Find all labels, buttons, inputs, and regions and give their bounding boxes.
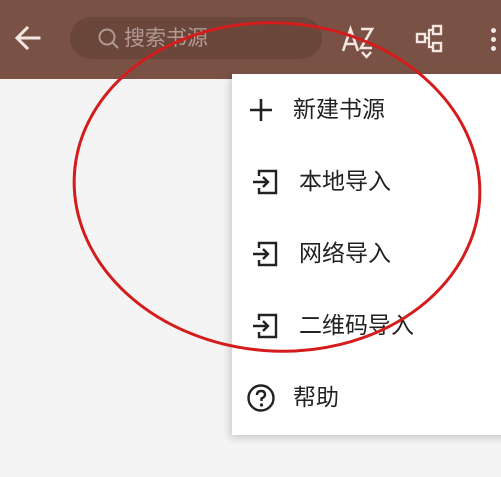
menu-item-network-import[interactable]: 网络导入 bbox=[232, 218, 501, 290]
group-tree-icon bbox=[415, 24, 443, 53]
toolbar bbox=[0, 0, 501, 79]
arrow-left-icon bbox=[14, 25, 41, 51]
menu-item-qrcode-import[interactable]: 二维码导入 bbox=[232, 290, 501, 362]
group-button[interactable] bbox=[405, 14, 455, 64]
more-button[interactable] bbox=[478, 14, 501, 64]
back-button[interactable] bbox=[4, 14, 52, 62]
sort-az-icon bbox=[341, 24, 375, 59]
import-icon bbox=[253, 169, 278, 195]
sort-button[interactable] bbox=[334, 14, 384, 64]
menu-item-label: 二维码导入 bbox=[299, 313, 414, 339]
more-vertical-icon bbox=[490, 27, 496, 33]
help-circle-icon bbox=[247, 384, 275, 412]
search-box[interactable] bbox=[70, 17, 322, 59]
menu-item-help[interactable]: 帮助 bbox=[232, 362, 501, 434]
import-icon bbox=[253, 313, 278, 339]
menu-item-label: 本地导入 bbox=[299, 169, 391, 195]
menu-item-label: 帮助 bbox=[293, 385, 339, 411]
search-icon bbox=[98, 28, 119, 49]
search-input[interactable] bbox=[124, 17, 314, 59]
menu-item-local-import[interactable]: 本地导入 bbox=[232, 146, 501, 218]
menu-item-label: 网络导入 bbox=[299, 241, 391, 267]
menu-item-new-source[interactable]: 新建书源 bbox=[232, 74, 501, 146]
import-icon bbox=[253, 241, 278, 267]
menu-item-label: 新建书源 bbox=[293, 97, 385, 123]
plus-icon bbox=[250, 99, 272, 121]
overflow-menu: 新建书源 本地导入 网络导入 二维码导入 帮助 bbox=[232, 74, 501, 435]
